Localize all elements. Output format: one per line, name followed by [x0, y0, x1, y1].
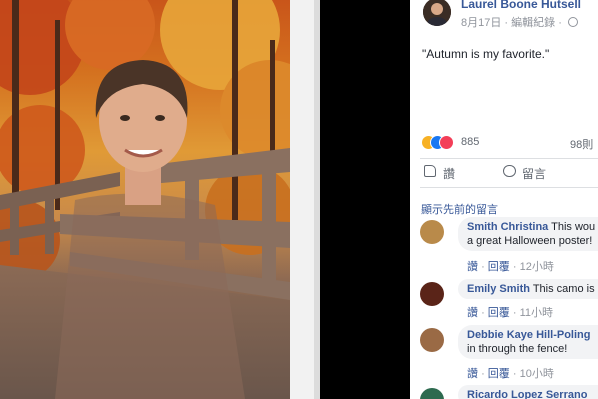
comment-bubble: Emily Smith This camo is [458, 279, 598, 299]
action-separator: · [512, 368, 520, 380]
action-separator: · [512, 261, 520, 273]
commenter-avatar[interactable] [420, 282, 444, 306]
commenter-name[interactable]: Emily Smith [467, 283, 530, 295]
post-detail-panel: Laurel Boone Hutsell 8月17日 · 編輯紀錄 · "Aut… [410, 0, 598, 399]
comment-text: This wou [551, 221, 596, 233]
action-separator: · [481, 368, 488, 380]
comment-text: This camo is [532, 283, 595, 295]
action-separator: · [481, 261, 488, 273]
view-previous-comments-link[interactable]: 顯示先前的留言 [421, 201, 498, 217]
author-avatar[interactable] [423, 0, 451, 26]
post-action-bar: 讚 留言 [420, 158, 598, 188]
commenter-avatar[interactable] [420, 328, 444, 352]
post-text: "Autumn is my favorite." [422, 47, 550, 61]
comment-button[interactable]: 留言 [503, 165, 547, 182]
action-separator: · [512, 307, 520, 319]
reaction-count[interactable]: 885 [461, 136, 479, 148]
edit-history-link[interactable]: 編輯紀錄 [511, 17, 555, 29]
post-meta: 8月17日 · 編輯紀錄 · [461, 14, 578, 30]
commenter-name[interactable]: Smith Christina [467, 221, 548, 233]
comment-reply-link[interactable]: 回覆 [488, 307, 510, 319]
autumn-scene-graphic [0, 0, 290, 399]
comment-timestamp[interactable]: 11小時 [520, 307, 553, 319]
comment-bubble: Ricardo Lopez Serrano [458, 385, 598, 399]
action-separator: · [481, 307, 488, 319]
commenter-avatar[interactable] [420, 220, 444, 244]
comment-timestamp[interactable]: 10小時 [520, 368, 554, 380]
speech-bubble-icon [503, 165, 516, 177]
screenshot-stage: Laurel Boone Hutsell 8月17日 · 編輯紀錄 · "Aut… [0, 0, 598, 399]
author-avatar-graphic [423, 0, 451, 26]
comment-text: in through the fence! [467, 343, 568, 355]
like-button-label: 讚 [443, 167, 456, 181]
comment-count[interactable]: 98則 [570, 136, 593, 152]
comment-actions: 讚 · 回覆 · 12小時 [467, 258, 554, 274]
post-date[interactable]: 8月17日 [461, 17, 501, 29]
comment-timestamp[interactable]: 12小時 [520, 261, 554, 273]
comment-actions: 讚 · 回覆 · 10小時 [467, 365, 554, 381]
commenter-name[interactable]: Ricardo Lopez Serrano [467, 389, 587, 399]
comment-like-link[interactable]: 讚 [467, 307, 478, 319]
meta-separator: · [558, 17, 565, 29]
boy-figure [55, 60, 245, 399]
commenter-name[interactable]: Debbie Kaye Hill-Poling [467, 329, 590, 341]
comment-reply-link[interactable]: 回覆 [488, 368, 510, 380]
globe-icon [567, 17, 578, 27]
love-icon [439, 135, 454, 150]
comment-like-link[interactable]: 讚 [467, 368, 478, 380]
photo-frame-edge [290, 0, 320, 399]
comment-bubble: Debbie Kaye Hill-Poling in through the f… [458, 325, 598, 359]
comment-bubble: Smith Christina This wou a great Hallowe… [458, 217, 598, 251]
thumbs-up-icon [424, 165, 436, 177]
comment-reply-link[interactable]: 回覆 [488, 261, 510, 273]
comment-like-link[interactable]: 讚 [467, 261, 478, 273]
post-photo[interactable] [0, 0, 290, 399]
author-name-link[interactable]: Laurel Boone Hutsell [461, 0, 581, 11]
comment-actions: 讚 · 回覆 · 11小時 [467, 304, 553, 320]
comment-button-label: 留言 [522, 167, 547, 181]
like-button[interactable]: 讚 [424, 165, 456, 182]
photo-frame-shadow [314, 0, 320, 399]
comment-text-continued: a great Halloween poster! [467, 235, 593, 247]
commenter-avatar[interactable] [420, 388, 444, 399]
